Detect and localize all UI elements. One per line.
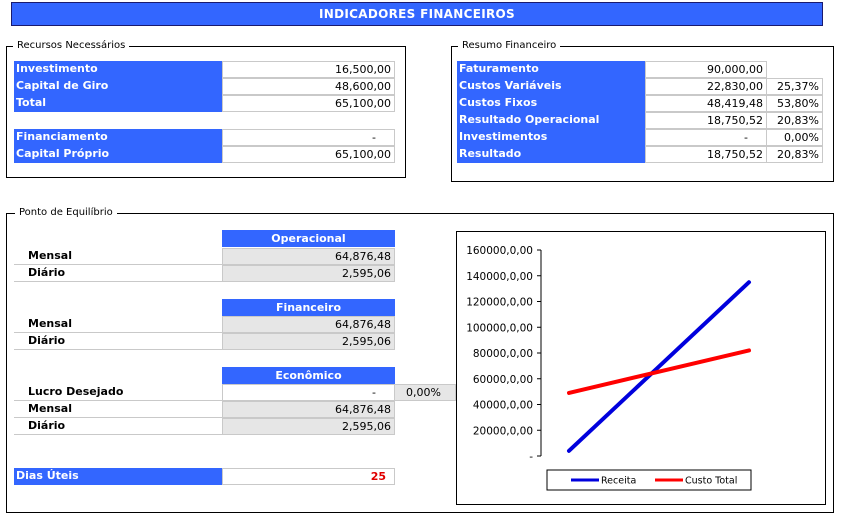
y-tick-label: 160000,0,00 [466,245,533,257]
legend-label: Custo Total [685,476,737,487]
recursos-row-financiamento: Financiamento - [14,129,395,146]
lucro-desejado-pct[interactable]: 0,00% [395,384,456,401]
resumo-group-title: Resumo Financeiro [458,40,561,51]
series-line-custo-total [567,348,751,395]
resumo-label: Investimentos [457,129,645,146]
recursos-value[interactable]: 65,100,00 [222,146,395,163]
resumo-value[interactable]: - [645,129,767,146]
resumo-value[interactable]: 18,750,52 [645,146,767,163]
y-tick-label: 40000,0,00 [473,400,533,412]
break-even-chart: - 20000,0,00 40000,0,00 60000,0,00 80000,0,0… [456,231,826,505]
recursos-label: Total [14,95,222,112]
y-tick-label: 140000,0,00 [466,271,533,283]
operacional-row-diario: Diário 2,595,06 [14,265,395,282]
row-value: 2,595,06 [222,333,395,350]
chart-svg: - 20000,0,00 40000,0,00 60000,0,00 80000,0,0… [466,245,752,491]
dias-uteis-row: Dias Úteis 25 [14,468,395,485]
recursos-value[interactable]: 65,100,00 [222,95,395,112]
operacional-row-mensal: Mensal 64,876,48 [14,248,395,265]
y-tick-label: 80000,0,00 [473,348,533,360]
y-tick-label: 120000,0,00 [466,297,533,309]
resumo-label: Resultado [457,146,645,163]
financeiro-row-diario: Diário 2,595,06 [14,333,395,350]
row-label: Mensal [14,316,222,333]
recursos-label: Capital Próprio [14,146,222,163]
recursos-row-investimento: Investimento 16,500,00 [14,61,395,78]
row-value: 2,595,06 [222,418,395,435]
recursos-value[interactable]: 48,600,00 [222,78,395,95]
resumo-pct: 53,80% [767,95,823,112]
equilibrio-group-title: Ponto de Equilíbrio [15,207,117,218]
resumo-label: Resultado Operacional [457,112,645,129]
row-label: Mensal [14,401,222,418]
page-title: INDICADORES FINANCEIROS [11,2,823,26]
recursos-group-title: Recursos Necessários [13,40,130,51]
resumo-pct: 20,83% [767,112,823,129]
y-tick-label: 60000,0,00 [473,374,533,386]
recursos-row-capital-giro: Capital de Giro 48,600,00 [14,78,395,95]
row-value: 64,876,48 [222,248,395,265]
resumo-label: Custos Variáveis [457,78,645,95]
resumo-label: Faturamento [457,61,645,78]
legend-label: Receita [601,476,636,487]
row-value: 64,876,48 [222,316,395,333]
resumo-value[interactable]: 22,830,00 [645,78,767,95]
lucro-desejado-input[interactable]: - [222,384,395,401]
row-value: 2,595,06 [222,265,395,282]
resumo-pct: 20,83% [767,146,823,163]
resumo-row-resultado-operacional: Resultado Operacional 18,750,52 20,83% [457,112,823,129]
resumo-value[interactable]: 48,419,48 [645,95,767,112]
resumo-label: Custos Fixos [457,95,645,112]
financeiro-row-mensal: Mensal 64,876,48 [14,316,395,333]
dias-uteis-input[interactable]: 25 [222,468,395,485]
recursos-value[interactable]: - [222,129,395,146]
recursos-label: Investimento [14,61,222,78]
resumo-row-custos-fixos: Custos Fixos 48,419,48 53,80% [457,95,823,112]
resumo-row-custos-variaveis: Custos Variáveis 22,830,00 25,37% [457,78,823,95]
y-tick-label: - [529,451,533,463]
series-line-receita [567,280,751,453]
economico-row-diario: Diário 2,595,06 [14,418,395,435]
recursos-label: Capital de Giro [14,78,222,95]
recursos-row-total: Total 65,100,00 [14,95,395,112]
resumo-pct: 25,37% [767,78,823,95]
dias-uteis-label: Dias Úteis [14,468,222,485]
economico-row-lucro: Lucro Desejado - 0,00% [14,384,456,401]
row-label: Lucro Desejado [14,384,222,401]
row-label: Diário [14,265,222,282]
resumo-row-faturamento: Faturamento 90,000,00 [457,61,767,78]
economico-row-mensal: Mensal 64,876,48 [14,401,395,418]
row-label: Diário [14,333,222,350]
recursos-label: Financiamento [14,129,222,146]
y-tick-label: 20000,0,00 [473,425,533,437]
financeiro-header: Financeiro [222,299,395,316]
resumo-value[interactable]: 90,000,00 [645,61,767,78]
resumo-row-investimentos: Investimentos - 0,00% [457,129,823,146]
row-value: 64,876,48 [222,401,395,418]
resumo-value[interactable]: 18,750,52 [645,112,767,129]
row-label: Diário [14,418,222,435]
resumo-pct: 0,00% [767,129,823,146]
recursos-value[interactable]: 16,500,00 [222,61,395,78]
resumo-row-resultado: Resultado 18,750,52 20,83% [457,146,823,163]
row-label: Mensal [14,248,222,265]
economico-header: Econômico [222,367,395,384]
operacional-header: Operacional [222,230,395,247]
y-tick-label: 100000,0,00 [466,322,533,334]
recursos-row-capital-proprio: Capital Próprio 65,100,00 [14,146,395,163]
